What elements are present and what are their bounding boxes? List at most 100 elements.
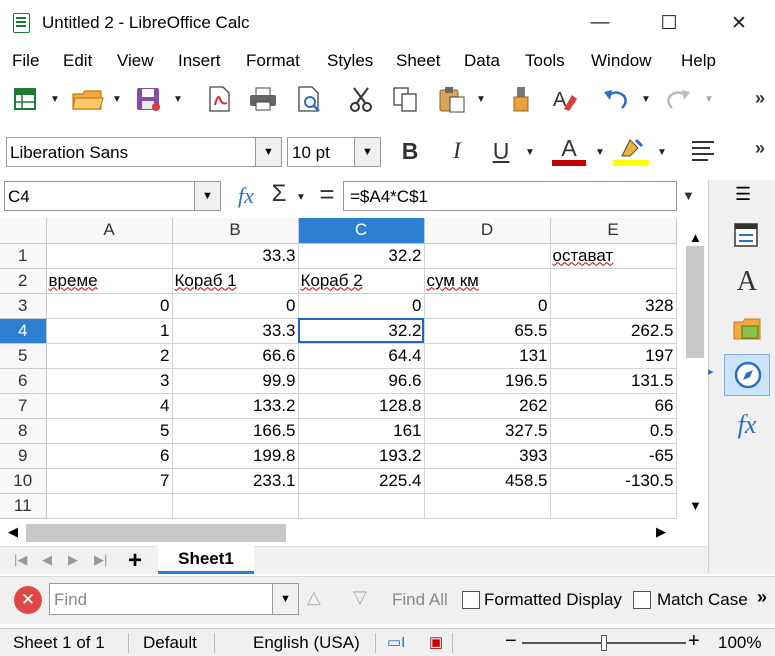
cell-a1[interactable] bbox=[46, 243, 173, 269]
maximize-button[interactable]: ☐ bbox=[646, 8, 692, 38]
menu-edit[interactable]: Edit bbox=[63, 51, 92, 71]
formatted-display-checkbox[interactable] bbox=[462, 591, 480, 609]
function-wizard-icon[interactable]: fx bbox=[231, 180, 261, 212]
open-dropdown-icon[interactable]: ▼ bbox=[112, 94, 122, 105]
sheet-tab[interactable]: Sheet1 bbox=[158, 546, 254, 574]
next-sheet-icon[interactable]: ▶ bbox=[68, 552, 78, 568]
minimize-button[interactable]: — bbox=[577, 8, 623, 38]
print-icon[interactable] bbox=[246, 84, 280, 114]
cell-b6[interactable]: 99.9 bbox=[172, 368, 299, 394]
cell-c11[interactable] bbox=[298, 493, 425, 519]
open-folder-icon[interactable] bbox=[70, 84, 106, 114]
undo-icon[interactable] bbox=[600, 84, 632, 114]
cell-a8[interactable]: 5 bbox=[46, 418, 173, 444]
functions-icon[interactable]: fx bbox=[731, 410, 763, 440]
vertical-scrollbar[interactable]: ▲ ▼ bbox=[683, 218, 708, 520]
column-header-c[interactable]: C bbox=[298, 218, 425, 244]
row-header-7[interactable]: 7 bbox=[0, 393, 47, 419]
italic-button[interactable]: I bbox=[442, 135, 472, 167]
formula-input[interactable]: =$A4*C$1 bbox=[343, 181, 677, 211]
cell-b4[interactable]: 33.3 bbox=[172, 318, 299, 344]
cell-c10[interactable]: 225.4 bbox=[298, 468, 425, 494]
cell-d5[interactable]: 131 bbox=[424, 343, 551, 369]
find-all-button[interactable]: Find All bbox=[392, 590, 448, 610]
sum-dropdown-icon[interactable]: ▼ bbox=[296, 192, 306, 203]
font-color-button[interactable]: A bbox=[551, 133, 587, 169]
cell-a7[interactable]: 4 bbox=[46, 393, 173, 419]
cell-c6[interactable]: 96.6 bbox=[298, 368, 425, 394]
cell-e11[interactable] bbox=[550, 493, 677, 519]
cell-e9[interactable]: -65 bbox=[550, 443, 677, 469]
cell-b11[interactable] bbox=[172, 493, 299, 519]
match-case-checkbox[interactable] bbox=[633, 591, 651, 609]
cell-b3[interactable]: 0 bbox=[172, 293, 299, 319]
cell-b9[interactable]: 199.8 bbox=[172, 443, 299, 469]
cell-a6[interactable]: 3 bbox=[46, 368, 173, 394]
scroll-up-icon[interactable]: ▲ bbox=[689, 230, 702, 245]
row-header-6[interactable]: 6 bbox=[0, 368, 47, 394]
undo-dropdown-icon[interactable]: ▼ bbox=[641, 94, 651, 105]
menu-data[interactable]: Data bbox=[464, 51, 500, 71]
cell-a3[interactable]: 0 bbox=[46, 293, 173, 319]
cell-e1[interactable]: остават bbox=[550, 243, 677, 269]
cell-d7[interactable]: 262 bbox=[424, 393, 551, 419]
row-header-9[interactable]: 9 bbox=[0, 443, 47, 469]
cell-d10[interactable]: 458.5 bbox=[424, 468, 551, 494]
format-toolbar-overflow-icon[interactable]: » bbox=[755, 138, 765, 159]
cell-b2[interactable]: Кораб 1 bbox=[172, 268, 299, 294]
name-box-dropdown-icon[interactable]: ▼ bbox=[194, 182, 220, 210]
name-box[interactable]: C4 ▼ bbox=[4, 181, 221, 211]
row-header-2[interactable]: 2 bbox=[0, 268, 47, 294]
scroll-left-icon[interactable]: ◀ bbox=[8, 524, 18, 540]
language-status[interactable]: English (USA) bbox=[253, 633, 360, 653]
toolbar-overflow-icon[interactable]: » bbox=[755, 88, 765, 109]
align-left-icon[interactable] bbox=[688, 135, 718, 167]
menu-help[interactable]: Help bbox=[681, 51, 716, 71]
horizontal-scrollbar[interactable]: ◀ ▶ bbox=[0, 520, 683, 546]
row-header-3[interactable]: 3 bbox=[0, 293, 47, 319]
highlight-color-button[interactable] bbox=[611, 133, 651, 169]
cell-c2[interactable]: Кораб 2 bbox=[298, 268, 425, 294]
row-header-8[interactable]: 8 bbox=[0, 418, 47, 444]
bold-button[interactable]: B bbox=[395, 135, 425, 167]
save-icon[interactable] bbox=[132, 84, 164, 114]
font-size-box[interactable]: 10 pt ▼ bbox=[287, 137, 381, 167]
add-sheet-button[interactable]: + bbox=[128, 547, 142, 575]
cell-a11[interactable] bbox=[46, 493, 173, 519]
cell-a4[interactable]: 1 bbox=[46, 318, 173, 344]
zoom-slider-thumb[interactable] bbox=[601, 635, 607, 651]
column-header-e[interactable]: E bbox=[550, 218, 677, 244]
first-sheet-icon[interactable]: |◀ bbox=[14, 552, 27, 568]
menu-insert[interactable]: Insert bbox=[178, 51, 221, 71]
sum-icon[interactable]: Σ bbox=[266, 178, 292, 210]
cell-e6[interactable]: 131.5 bbox=[550, 368, 677, 394]
find-previous-icon[interactable]: △ bbox=[307, 587, 321, 608]
cell-d6[interactable]: 196.5 bbox=[424, 368, 551, 394]
cell-b1[interactable]: 33.3 bbox=[172, 243, 299, 269]
save-dropdown-icon[interactable]: ▼ bbox=[173, 94, 183, 105]
cell-e7[interactable]: 66 bbox=[550, 393, 677, 419]
redo-icon[interactable] bbox=[662, 84, 694, 114]
page-style-status[interactable]: Default bbox=[143, 633, 197, 653]
prev-sheet-icon[interactable]: ◀ bbox=[42, 552, 52, 568]
find-input[interactable]: Find ▼ bbox=[49, 583, 299, 615]
last-sheet-icon[interactable]: ▶| bbox=[94, 552, 107, 568]
underline-button[interactable]: U bbox=[486, 135, 516, 167]
zoom-out-button[interactable]: − bbox=[505, 630, 517, 653]
font-name-dropdown-icon[interactable]: ▼ bbox=[255, 138, 281, 166]
print-preview-icon[interactable] bbox=[293, 84, 325, 114]
menu-tools[interactable]: Tools bbox=[525, 51, 565, 71]
spreadsheet-grid[interactable]: ABCDE 1 33.3 32.2 остават 2 време Кораб 1 Кораб… bbox=[0, 218, 683, 520]
gallery-icon[interactable] bbox=[731, 314, 763, 344]
row-header-10[interactable]: 10 bbox=[0, 468, 47, 494]
corner-select-all[interactable] bbox=[0, 218, 47, 244]
menu-sheet[interactable]: Sheet bbox=[396, 51, 440, 71]
paste-dropdown-icon[interactable]: ▼ bbox=[476, 94, 486, 105]
cell-e5[interactable]: 197 bbox=[550, 343, 677, 369]
zoom-percent[interactable]: 100% bbox=[718, 633, 761, 653]
document-modified-icon[interactable]: ▣ bbox=[429, 633, 443, 651]
menu-view[interactable]: View bbox=[117, 51, 154, 71]
cell-a9[interactable]: 6 bbox=[46, 443, 173, 469]
cell-b10[interactable]: 233.1 bbox=[172, 468, 299, 494]
clone-formatting-icon[interactable] bbox=[505, 84, 537, 114]
